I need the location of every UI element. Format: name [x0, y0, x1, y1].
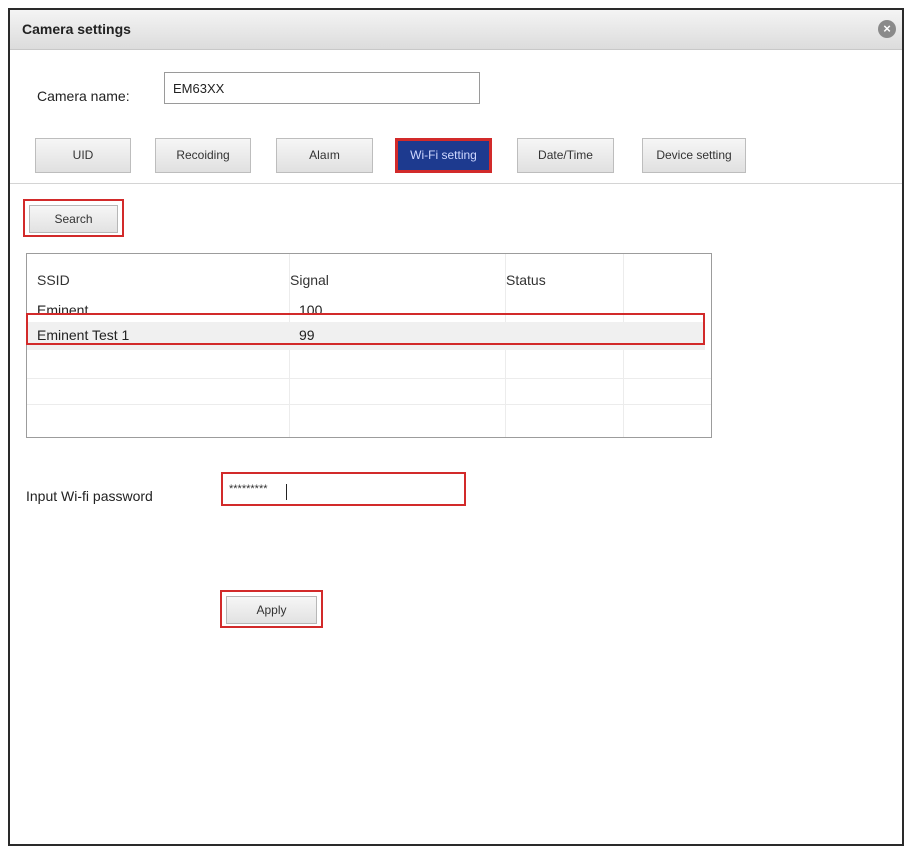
table-row-selected[interactable]: Eminent Test 1 99	[27, 322, 705, 350]
tab-date-time[interactable]: Date/Time	[517, 138, 614, 173]
tab-device-setting[interactable]: Device setting	[642, 138, 746, 173]
camera-settings-window: Camera settings × Camera name: UID Recoi…	[8, 8, 904, 846]
tab-alarm[interactable]: Alaım	[276, 138, 373, 173]
window-title: Camera settings	[22, 21, 131, 37]
row-ssid: Eminent Test 1	[37, 327, 130, 343]
close-icon[interactable]: ×	[878, 20, 896, 38]
tab-wifi-setting[interactable]: Wi-Fi setting	[395, 138, 492, 173]
text-caret	[286, 484, 287, 500]
tab-recording[interactable]: Recoiding	[155, 138, 251, 173]
wifi-network-table: SSID Signal Status Eminent 100 Eminent T…	[26, 253, 712, 438]
tabs-separator	[10, 183, 902, 184]
search-button[interactable]: Search	[29, 205, 118, 233]
camera-name-input[interactable]	[164, 72, 480, 104]
row-ssid: Eminent	[37, 302, 89, 318]
row-signal: 100	[299, 302, 323, 318]
wifi-password-input[interactable]	[221, 472, 466, 506]
column-header-signal: Signal	[290, 272, 329, 288]
column-header-status: Status	[506, 272, 546, 288]
tab-uid[interactable]: UID	[35, 138, 131, 173]
camera-name-label: Camera name:	[37, 88, 130, 104]
apply-button[interactable]: Apply	[226, 596, 317, 624]
title-bar: Camera settings ×	[10, 10, 902, 50]
row-signal: 99	[299, 327, 315, 343]
wifi-password-label: Input Wi-fi password	[26, 488, 153, 504]
row-divider	[27, 378, 711, 379]
column-header-ssid: SSID	[37, 272, 70, 288]
row-divider	[27, 404, 711, 405]
